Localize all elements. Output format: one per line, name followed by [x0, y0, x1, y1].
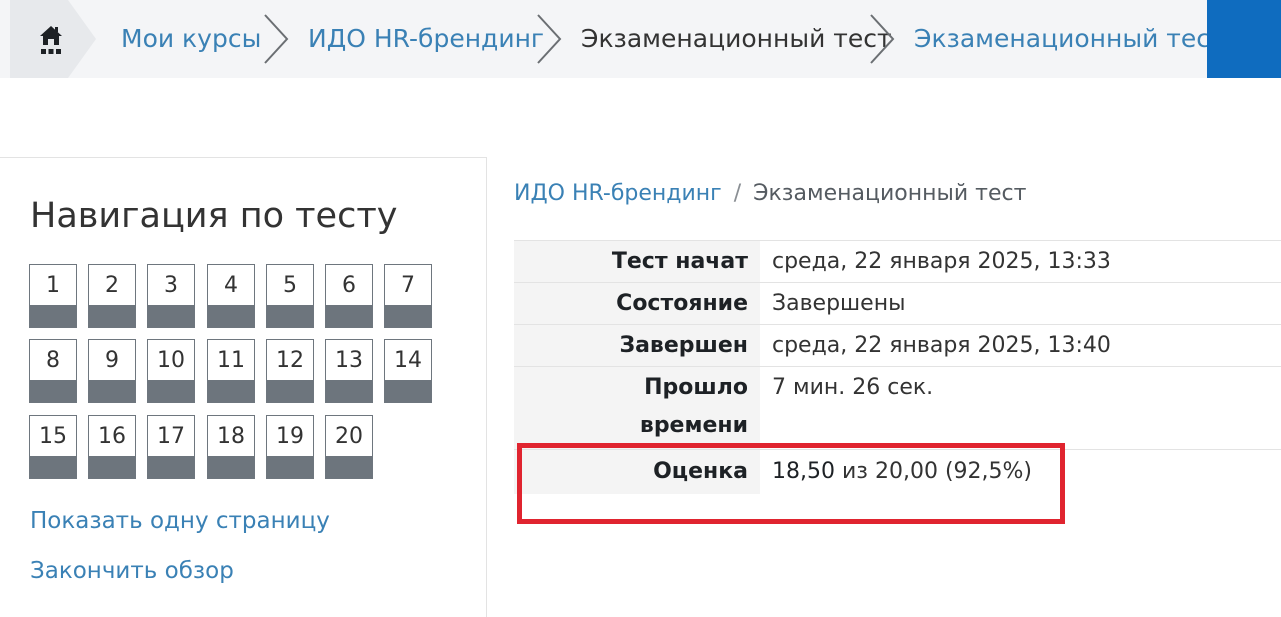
summary-label: Прошло времени [514, 366, 760, 450]
summary-value: среда, 22 января 2025, 13:33 [772, 249, 1111, 274]
page-breadcrumb-current: Экзаменационный тест [753, 181, 1027, 206]
home-icon [40, 26, 62, 54]
question-button[interactable]: 9 [88, 339, 136, 403]
question-button[interactable]: 15 [29, 415, 77, 479]
question-status-bar [148, 380, 194, 402]
summary-label: Тест начат [514, 240, 760, 283]
summary-value: Завершены [772, 291, 906, 316]
question-status-bar [30, 456, 76, 478]
grade-out-of: из 20,00 (92,5%) [841, 459, 1033, 484]
home-button[interactable] [10, 0, 68, 78]
question-number: 2 [105, 273, 119, 298]
question-button[interactable]: 18 [207, 415, 255, 479]
question-button[interactable]: 5 [266, 264, 314, 328]
question-button[interactable]: 19 [266, 415, 314, 479]
chevron-right-icon [264, 14, 289, 64]
grade-score: 18,50 [772, 459, 835, 484]
question-status-bar [385, 380, 431, 402]
question-button[interactable]: 14 [384, 339, 432, 403]
question-number: 1 [46, 273, 60, 298]
question-status-bar [326, 456, 372, 478]
page-breadcrumb-separator: / [733, 181, 742, 206]
chevron-right-icon [870, 14, 895, 64]
question-button[interactable]: 2 [88, 264, 136, 328]
summary-label: Оценка [514, 449, 760, 494]
question-button[interactable]: 6 [325, 264, 373, 328]
summary-row-started: Тест начат среда, 22 января 2025, 13:33 [514, 240, 1281, 283]
question-status-bar [89, 380, 135, 402]
question-button[interactable]: 8 [29, 339, 77, 403]
summary-label: Завершен [514, 324, 760, 367]
question-status-bar [208, 305, 254, 327]
question-status-bar [267, 305, 313, 327]
question-number: 7 [401, 273, 415, 298]
breadcrumb-course[interactable]: ИДО HR-брендинг [308, 24, 544, 54]
question-button[interactable]: 3 [147, 264, 195, 328]
question-status-bar [148, 305, 194, 327]
summary-label: Состояние [514, 282, 760, 325]
question-status-bar [208, 380, 254, 402]
finish-review-link[interactable]: Закончить обзор [30, 557, 234, 585]
question-button[interactable]: 4 [207, 264, 255, 328]
question-status-bar [326, 305, 372, 327]
question-status-bar [326, 380, 372, 402]
question-button[interactable]: 7 [384, 264, 432, 328]
show-one-page-link[interactable]: Показать одну страницу [30, 507, 330, 535]
question-number: 13 [335, 348, 363, 373]
summary-value: 18,50 из 20,00 (92,5%) [760, 449, 1281, 494]
summary-row-grade: Оценка 18,50 из 20,00 (92,5%) [514, 449, 1281, 494]
breadcrumb-my-courses[interactable]: Мои курсы [121, 24, 261, 54]
summary-value: 7 мин. 26 сек. [772, 375, 934, 400]
question-status-bar [267, 380, 313, 402]
breadcrumb-current-quiz: Экзаменационный тест [581, 24, 892, 53]
breadcrumb-quiz-link[interactable]: Экзаменационный тест [914, 24, 1225, 54]
question-number: 9 [105, 348, 119, 373]
question-button[interactable]: 12 [266, 339, 314, 403]
question-number: 15 [39, 424, 67, 449]
summary-label-line: времени [639, 413, 748, 438]
summary-row-state: Состояние Завершены [514, 282, 1281, 325]
question-number: 18 [217, 424, 245, 449]
question-number: 4 [224, 273, 238, 298]
question-button[interactable]: 17 [147, 415, 195, 479]
quiz-navigation-title: Навигация по тесту [30, 196, 398, 236]
summary-label-line: Прошло [644, 375, 748, 400]
question-number: 17 [157, 424, 185, 449]
question-status-bar [385, 305, 431, 327]
question-button[interactable]: 10 [147, 339, 195, 403]
summary-row-time-taken: Прошло времени 7 мин. 26 сек. [514, 366, 1281, 450]
attempt-summary-table: Тест начат среда, 22 января 2025, 13:33 … [514, 240, 1281, 494]
page-breadcrumb: ИДО HR-брендинг / Экзаменационный тест [514, 180, 1026, 208]
question-number: 12 [276, 348, 304, 373]
question-number: 14 [394, 348, 422, 373]
question-status-bar [208, 456, 254, 478]
question-status-bar [30, 380, 76, 402]
question-button[interactable]: 11 [207, 339, 255, 403]
question-status-bar [89, 305, 135, 327]
question-status-bar [267, 456, 313, 478]
summary-value: среда, 22 января 2025, 13:40 [772, 333, 1111, 358]
question-number: 6 [342, 273, 356, 298]
home-arrow-shape [68, 0, 96, 78]
question-button[interactable]: 20 [325, 415, 373, 479]
question-status-bar [148, 456, 194, 478]
question-button[interactable]: 16 [88, 415, 136, 479]
question-status-bar [30, 305, 76, 327]
question-number: 19 [276, 424, 304, 449]
question-number: 5 [283, 273, 297, 298]
question-number: 11 [217, 348, 245, 373]
question-button[interactable]: 13 [325, 339, 373, 403]
question-number: 16 [98, 424, 126, 449]
summary-row-completed: Завершен среда, 22 января 2025, 13:40 [514, 324, 1281, 367]
page-breadcrumb-course-link[interactable]: ИДО HR-брендинг [514, 181, 722, 206]
header-accent-block [1207, 0, 1281, 78]
chevron-right-icon [537, 14, 562, 64]
question-button[interactable]: 1 [29, 264, 77, 328]
top-breadcrumb-bar: Мои курсы ИДО HR-брендинг Экзаменационны… [0, 0, 1281, 78]
question-number: 20 [335, 424, 363, 449]
question-number: 3 [164, 273, 178, 298]
question-number: 8 [46, 348, 60, 373]
question-status-bar [89, 456, 135, 478]
question-number: 10 [157, 348, 185, 373]
